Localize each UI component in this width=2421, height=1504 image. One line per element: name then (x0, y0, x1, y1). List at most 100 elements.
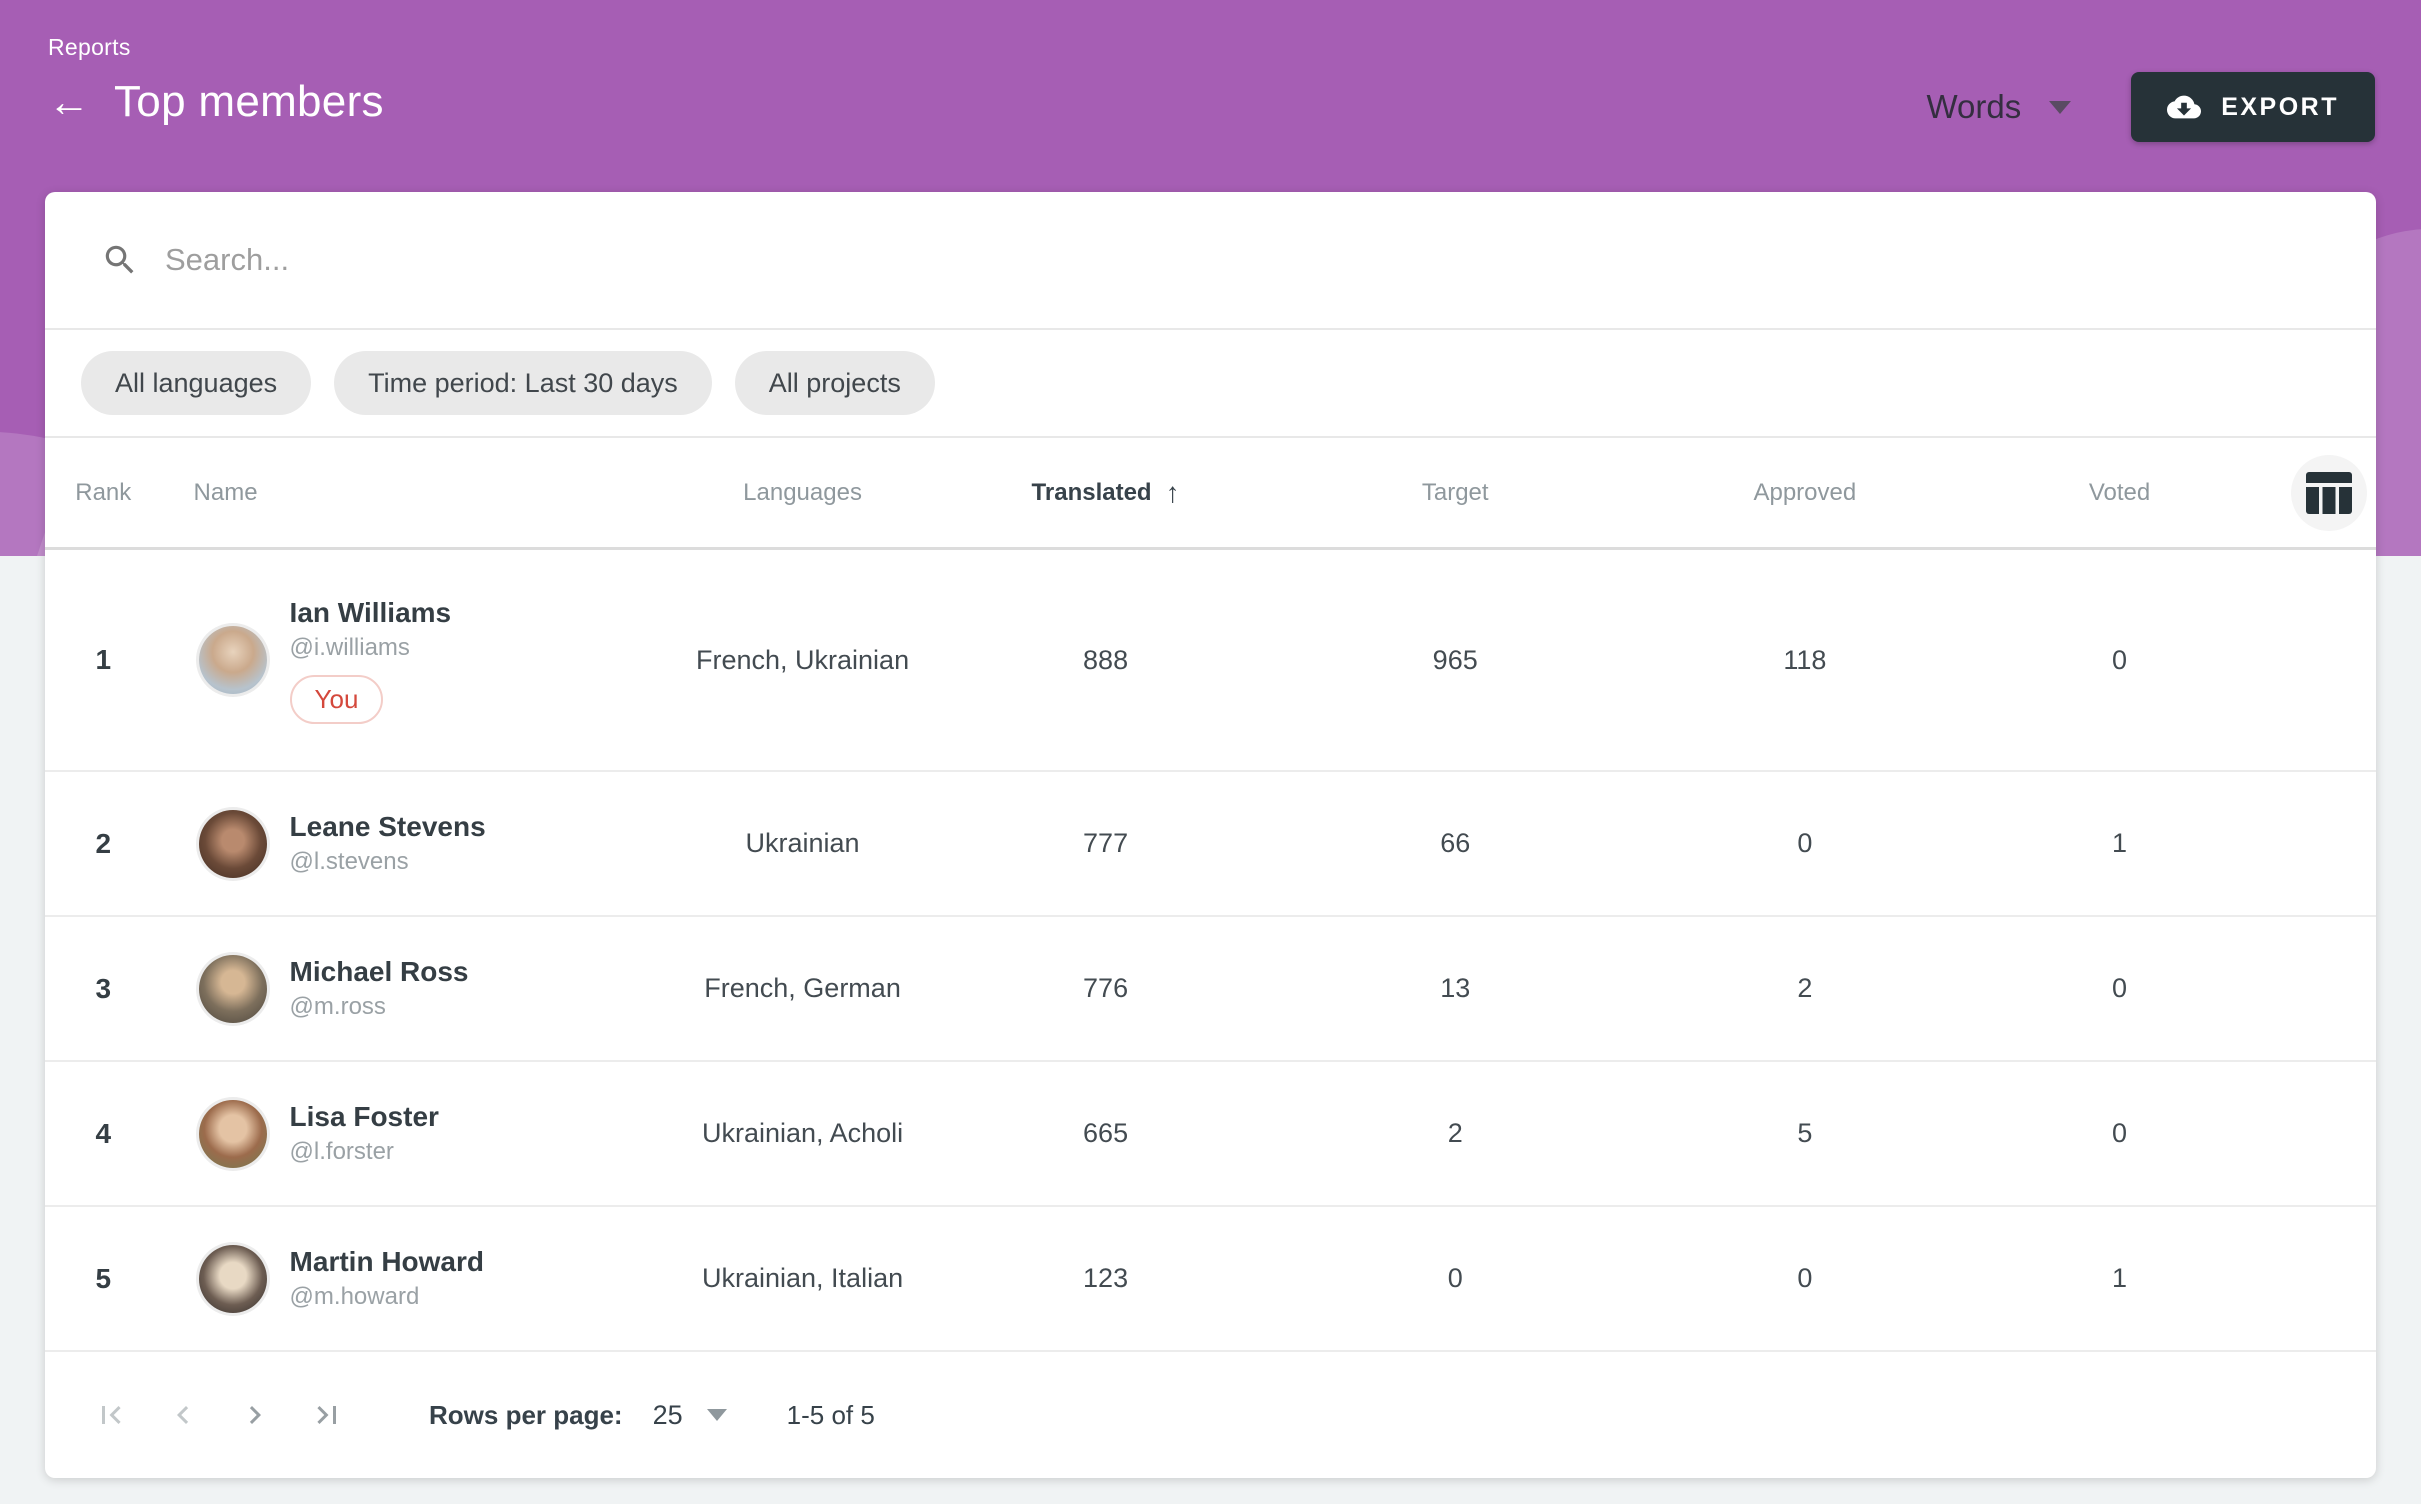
avatar[interactable] (199, 955, 267, 1023)
column-header-rank: Rank (45, 479, 162, 507)
table-columns-icon (2306, 472, 2352, 514)
export-button-label: EXPORT (2221, 93, 2339, 122)
column-settings-button[interactable] (2291, 455, 2367, 531)
languages-value: French, Ukrainian (651, 645, 954, 676)
rows-per-page-value: 25 (653, 1400, 683, 1431)
translated-value: 123 (954, 1263, 1257, 1294)
last-page-button[interactable] (291, 1379, 363, 1451)
target-value: 965 (1257, 645, 1653, 676)
voted-value: 1 (1956, 1263, 2282, 1294)
chevron-left-icon (165, 1397, 201, 1433)
rank-value: 4 (45, 1118, 162, 1150)
table-header: Rank Name Languages Translated ↑ Target … (45, 438, 2376, 550)
voted-value: 0 (1956, 645, 2282, 676)
member-username: @l.stevens (290, 848, 409, 876)
rank-value: 5 (45, 1263, 162, 1295)
column-header-translated-label: Translated (1032, 479, 1152, 507)
member-name[interactable]: Ian Williams (290, 597, 452, 629)
pagination-bar: Rows per page: 25 1-5 of 5 (45, 1352, 2376, 1478)
chevron-right-icon (237, 1397, 273, 1433)
search-input[interactable] (165, 242, 2328, 278)
cloud-download-icon (2167, 90, 2201, 124)
column-header-target[interactable]: Target (1257, 479, 1653, 507)
member-cell: Lisa Foster @l.forster (162, 1100, 652, 1168)
translated-value: 776 (954, 973, 1257, 1004)
column-header-voted[interactable]: Voted (1956, 479, 2282, 507)
back-arrow-icon[interactable]: ← (48, 81, 90, 123)
rows-per-page-select[interactable]: 25 (653, 1400, 727, 1431)
breadcrumb[interactable]: Reports (48, 34, 2373, 61)
rank-value: 3 (45, 973, 162, 1005)
translated-value: 888 (954, 645, 1257, 676)
member-name[interactable]: Michael Ross (290, 956, 469, 988)
member-name[interactable]: Leane Stevens (290, 811, 486, 843)
voted-value: 0 (1956, 1118, 2282, 1149)
table-row: 4 Lisa Foster @l.forster Ukrainian, Acho… (45, 1062, 2376, 1207)
table-row: 2 Leane Stevens @l.stevens Ukrainian 777… (45, 772, 2376, 917)
member-name[interactable]: Lisa Foster (290, 1101, 439, 1133)
unit-dropdown[interactable]: Words (1926, 88, 2071, 126)
avatar[interactable] (199, 1100, 267, 1168)
avatar[interactable] (199, 626, 267, 694)
filter-chip-time-period[interactable]: Time period: Last 30 days (334, 351, 712, 415)
member-name[interactable]: Martin Howard (290, 1246, 484, 1278)
approved-value: 0 (1653, 828, 1956, 859)
rows-per-page-label: Rows per page: (429, 1400, 623, 1431)
chevron-down-icon (707, 1409, 727, 1421)
target-value: 0 (1257, 1263, 1653, 1294)
table-row: 5 Martin Howard @m.howard Ukrainian, Ita… (45, 1207, 2376, 1352)
member-username: @m.howard (290, 1283, 420, 1311)
first-page-icon (93, 1397, 129, 1433)
column-header-approved[interactable]: Approved (1653, 479, 1956, 507)
member-cell: Martin Howard @m.howard (162, 1245, 652, 1313)
filter-chip-projects[interactable]: All projects (735, 351, 935, 415)
last-page-icon (309, 1397, 345, 1433)
table-row: 3 Michael Ross @m.ross French, German 77… (45, 917, 2376, 1062)
voted-value: 1 (1956, 828, 2282, 859)
approved-value: 118 (1653, 645, 1956, 676)
header-controls: Words EXPORT (1926, 72, 2375, 142)
search-bar (45, 192, 2376, 330)
languages-value: French, German (651, 973, 954, 1004)
member-username: @i.williams (290, 634, 410, 662)
previous-page-button[interactable] (147, 1379, 219, 1451)
translated-value: 665 (954, 1118, 1257, 1149)
approved-value: 0 (1653, 1263, 1956, 1294)
target-value: 13 (1257, 973, 1653, 1004)
member-username: @m.ross (290, 993, 386, 1021)
member-cell: Leane Stevens @l.stevens (162, 810, 652, 878)
column-header-languages[interactable]: Languages (651, 479, 954, 507)
member-username: @l.forster (290, 1138, 394, 1166)
sort-ascending-icon: ↑ (1166, 477, 1180, 509)
member-cell: Ian Williams @i.williams You (162, 597, 652, 724)
page-title: Top members (114, 77, 384, 127)
rank-value: 1 (45, 644, 162, 676)
languages-value: Ukrainian (651, 828, 954, 859)
approved-value: 2 (1653, 973, 1956, 1004)
export-button[interactable]: EXPORT (2131, 72, 2375, 142)
first-page-button[interactable] (75, 1379, 147, 1451)
approved-value: 5 (1653, 1118, 1956, 1149)
pagination-range: 1-5 of 5 (787, 1400, 875, 1431)
languages-value: Ukrainian, Acholi (651, 1118, 954, 1149)
filter-chip-languages[interactable]: All languages (81, 351, 311, 415)
search-icon (101, 241, 139, 279)
column-header-translated[interactable]: Translated ↑ (954, 477, 1257, 509)
target-value: 2 (1257, 1118, 1653, 1149)
report-card: All languages Time period: Last 30 days … (45, 192, 2376, 1478)
chevron-down-icon (2049, 101, 2071, 114)
avatar[interactable] (199, 1245, 267, 1313)
avatar[interactable] (199, 810, 267, 878)
next-page-button[interactable] (219, 1379, 291, 1451)
table-row: 1 Ian Williams @i.williams You French, U… (45, 550, 2376, 772)
member-cell: Michael Ross @m.ross (162, 955, 652, 1023)
unit-dropdown-value: Words (1926, 88, 2021, 126)
rank-value: 2 (45, 828, 162, 860)
translated-value: 777 (954, 828, 1257, 859)
languages-value: Ukrainian, Italian (651, 1263, 954, 1294)
filter-chips: All languages Time period: Last 30 days … (45, 330, 2376, 438)
target-value: 66 (1257, 828, 1653, 859)
voted-value: 0 (1956, 973, 2282, 1004)
column-header-name: Name (162, 479, 652, 507)
you-badge: You (290, 675, 384, 724)
